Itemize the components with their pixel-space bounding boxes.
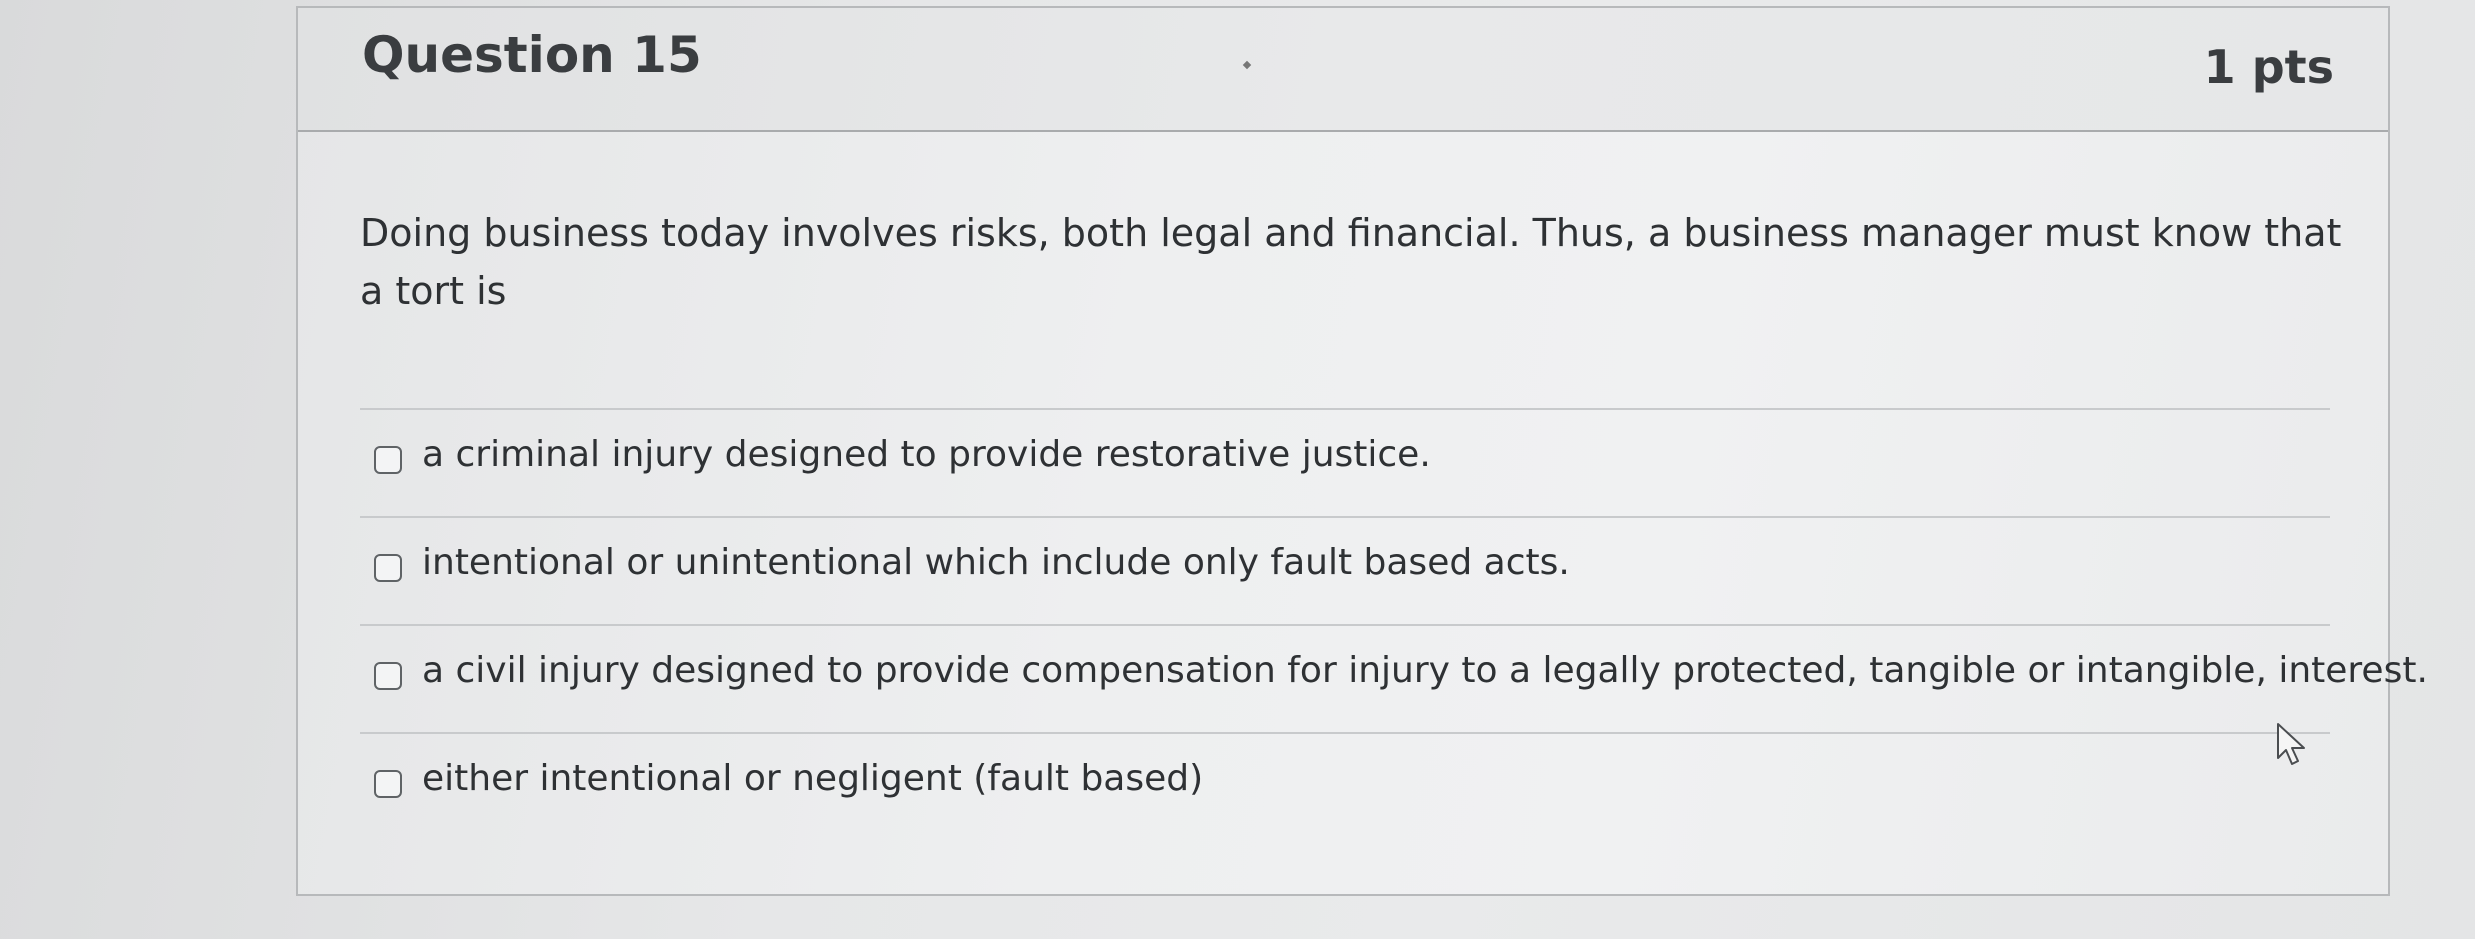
- header-marker: [1242, 60, 1252, 70]
- answer-label[interactable]: a criminal injury designed to provide re…: [422, 434, 1431, 475]
- question-title: Question 15: [362, 26, 702, 84]
- checkbox-icon[interactable]: [374, 770, 402, 798]
- answer-list: a criminal injury designed to provide re…: [360, 408, 2428, 840]
- mouse-pointer-icon: [2277, 723, 2305, 765]
- answer-option-2[interactable]: intentional or unintentional which inclu…: [360, 518, 2330, 624]
- answer-option-3[interactable]: a civil injury designed to provide compe…: [360, 626, 2428, 732]
- answer-label[interactable]: intentional or unintentional which inclu…: [422, 542, 1570, 583]
- answer-option-4[interactable]: either intentional or negligent (fault b…: [360, 734, 2330, 840]
- checkbox-icon[interactable]: [374, 662, 402, 690]
- question-stem: Doing business today involves risks, bot…: [360, 211, 2342, 313]
- answer-option-1[interactable]: a criminal injury designed to provide re…: [360, 410, 2330, 516]
- question-header: Question 15 1 pts: [298, 8, 2388, 132]
- answer-label[interactable]: either intentional or negligent (fault b…: [422, 758, 1203, 799]
- answer-label[interactable]: a civil injury designed to provide compe…: [422, 650, 2428, 691]
- checkbox-icon[interactable]: [374, 446, 402, 474]
- question-points: 1 pts: [2203, 40, 2334, 94]
- checkbox-icon[interactable]: [374, 554, 402, 582]
- question-card: Question 15 1 pts Doing business today i…: [296, 6, 2428, 896]
